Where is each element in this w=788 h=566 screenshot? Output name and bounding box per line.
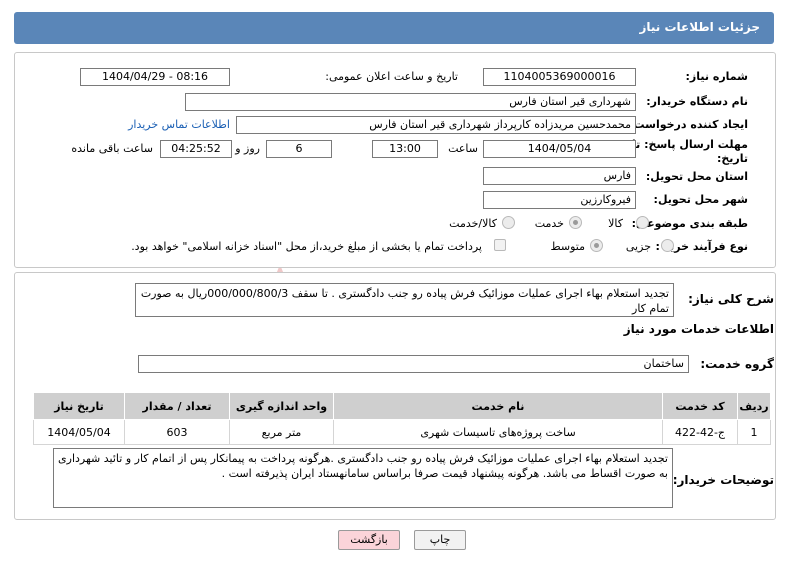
- deadline-days-field[interactable]: 6: [266, 140, 332, 158]
- remaining-time-field[interactable]: 04:25:52: [160, 140, 232, 158]
- service-group-label: گروه خدمت:: [700, 357, 774, 371]
- buyer-notes-label: توضیحات خریدار:: [672, 473, 774, 487]
- cell-quantity: 603: [124, 419, 230, 445]
- category-radio-goods[interactable]: [636, 216, 649, 229]
- table-header-row: ردیف کد خدمت نام خدمت واحد اندازه گیری ت…: [33, 392, 771, 420]
- delivery-province-field[interactable]: فارس: [483, 167, 636, 185]
- need-number-label: شماره نیاز:: [685, 70, 748, 83]
- requester-field[interactable]: محمدحسین مریدزاده کارپرداز شهرداری قیر ا…: [236, 116, 636, 134]
- service-group-field[interactable]: ساختمان: [138, 355, 689, 373]
- buyer-contact-link[interactable]: اطلاعات تماس خریدار: [128, 118, 230, 131]
- deadline-time-field[interactable]: 13:00: [372, 140, 438, 158]
- treasury-checkbox[interactable]: [494, 239, 506, 251]
- category-radio-goods-service[interactable]: [502, 216, 515, 229]
- cell-service-code: ج-42-422: [662, 419, 738, 445]
- buyer-org-field[interactable]: شهرداری قیر استان فارس: [185, 93, 636, 111]
- col-header-need-date: تاریخ نیاز: [33, 392, 125, 420]
- treasury-note: پرداخت تمام یا بخشی از مبلغ خرید،از محل …: [131, 240, 482, 253]
- cell-need-date: 1404/05/04: [33, 419, 125, 445]
- category-option-service: خدمت: [534, 217, 564, 230]
- requester-label: ایجاد کننده درخواست:: [629, 118, 748, 131]
- col-header-service-name: نام خدمت: [333, 392, 663, 420]
- cell-row-number: 1: [737, 419, 771, 445]
- summary-label: شرح کلی نیاز:: [688, 292, 774, 306]
- delivery-province-label: استان محل تحویل:: [645, 170, 748, 183]
- deadline-label-date: تاریخ:: [716, 152, 748, 165]
- buyer-org-label: نام دستگاه خریدار:: [646, 95, 748, 108]
- col-header-quantity: تعداد / مقدار: [124, 392, 230, 420]
- services-table: ردیف کد خدمت نام خدمت واحد اندازه گیری ت…: [33, 392, 771, 445]
- page-header: جزئیات اطلاعات نیاز: [14, 12, 774, 44]
- category-option-goods: کالا: [608, 217, 623, 230]
- summary-text[interactable]: تجدید استعلام بهاء اجرای عملیات موزائیک …: [135, 283, 674, 317]
- deadline-label: مهلت ارسال پاسخ: تا: [632, 138, 748, 151]
- deadline-date-field[interactable]: 1404/05/04: [483, 140, 636, 158]
- category-option-goods-service: کالا/خدمت: [449, 217, 497, 230]
- cell-service-name: ساخت پروژه‌های تاسیسات شهری: [333, 419, 663, 445]
- buyer-notes-text[interactable]: تجدید استعلام بهاء اجرای عملیات موزائیک …: [53, 448, 673, 508]
- col-header-unit: واحد اندازه گیری: [229, 392, 334, 420]
- deadline-days-label: روز و: [235, 142, 260, 155]
- col-header-row-number: ردیف: [737, 392, 771, 420]
- need-number-field[interactable]: 1104005369000016: [483, 68, 636, 86]
- cell-unit: متر مربع: [229, 419, 334, 445]
- back-button[interactable]: بازگشت: [338, 530, 400, 550]
- category-radio-service[interactable]: [569, 216, 582, 229]
- purchase-type-option-minor: جزیی: [625, 240, 651, 253]
- services-section-title: اطلاعات خدمات مورد نیاز: [623, 322, 774, 336]
- print-button[interactable]: چاپ: [414, 530, 466, 550]
- delivery-city-field[interactable]: فیروکارزین: [483, 191, 636, 209]
- purchase-type-radio-medium[interactable]: [590, 239, 603, 252]
- category-label: طبقه بندی موضوعی:: [631, 217, 748, 230]
- deadline-time-label: ساعت: [448, 142, 478, 155]
- page-title: جزئیات اطلاعات نیاز: [639, 20, 760, 34]
- remaining-time-label: ساعت باقی مانده: [71, 142, 153, 155]
- delivery-city-label: شهر محل تحویل:: [653, 193, 748, 206]
- announce-datetime-label: تاریخ و ساعت اعلان عمومی:: [325, 70, 458, 83]
- announce-datetime-field[interactable]: 1404/04/29 - 08:16: [80, 68, 230, 86]
- purchase-type-option-medium: متوسط: [550, 240, 585, 253]
- col-header-service-code: کد خدمت: [662, 392, 738, 420]
- table-row[interactable]: 1 ج-42-422 ساخت پروژه‌های تاسیسات شهری م…: [33, 419, 771, 445]
- purchase-type-radio-minor[interactable]: [661, 239, 674, 252]
